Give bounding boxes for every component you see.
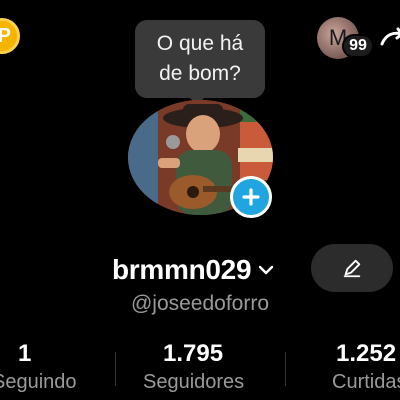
plus-icon — [242, 188, 260, 206]
notification-count: 99 — [349, 37, 367, 54]
pencil-icon — [343, 259, 361, 278]
add-story-button[interactable] — [230, 176, 272, 218]
username-switcher[interactable]: brmmn029 — [112, 252, 275, 288]
status-bubble-line2: de bom? — [159, 62, 241, 85]
share-icon[interactable] — [378, 24, 400, 54]
likes-count[interactable]: 1.252 — [336, 340, 396, 368]
chevron-down-icon — [259, 265, 274, 275]
username: brmmn029 — [112, 254, 252, 285]
status-bubble[interactable]: O que há de bom? — [135, 20, 265, 98]
coin-symbol: P — [0, 24, 11, 47]
following-label: Seguindo — [0, 371, 77, 393]
stats-divider — [115, 352, 116, 386]
likes-label: Curtidas — [332, 371, 400, 393]
edit-profile-button[interactable] — [311, 244, 393, 292]
user-handle: @joseedoforro — [130, 292, 270, 315]
followers-count[interactable]: 1.795 — [163, 340, 223, 368]
followers-label: Seguidores — [143, 371, 245, 393]
stats-divider — [285, 352, 286, 386]
coin-icon[interactable]: P — [0, 18, 20, 54]
status-bubble-line1: O que há — [156, 32, 244, 55]
following-count[interactable]: 1 — [18, 340, 31, 368]
notification-badge: 99 — [342, 34, 374, 58]
